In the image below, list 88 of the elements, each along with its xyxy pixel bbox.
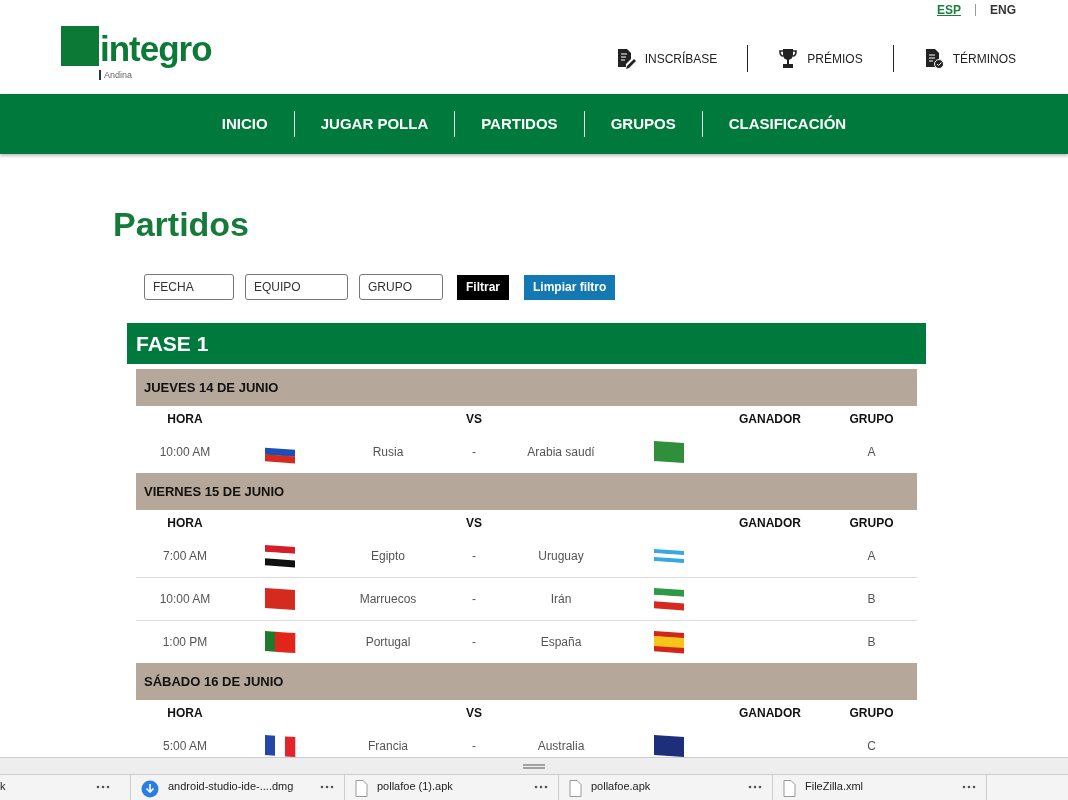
column-header: HORA: [167, 411, 203, 426]
more-icon: [962, 785, 976, 789]
flag-icon: [653, 440, 685, 464]
table-cell: B: [867, 635, 876, 649]
date-header: JUEVES 14 DE JUNIO: [136, 369, 917, 406]
logo-text[interactable]: integro: [100, 32, 212, 66]
column-header: GRUPO: [849, 515, 894, 530]
filter-field[interactable]: EQUIPO: [245, 274, 348, 300]
table-cell: -: [472, 445, 476, 459]
table-cell: 1:00 PM: [162, 635, 208, 649]
more-icon: [96, 785, 110, 789]
download-item[interactable]: pollafoe.apk: [559, 775, 773, 800]
file-icon: [783, 780, 796, 797]
table-cell: -: [472, 739, 476, 753]
table-cell: 5:00 AM: [163, 739, 207, 753]
table-cell: 10:00 AM: [159, 592, 211, 606]
table-cell: Australia: [537, 739, 585, 753]
table-cell: Irán: [550, 592, 572, 606]
clear-filter-button[interactable]: Limpiar filtro: [524, 274, 616, 300]
page-title: Partidos: [113, 204, 251, 245]
nav-link[interactable]: CLASIFICACIÓN: [702, 111, 873, 137]
filter-field[interactable]: GRUPO: [359, 274, 443, 300]
table-cell: Arabia saudí: [527, 445, 595, 459]
table-cell: Rusia: [372, 445, 404, 459]
nav-link[interactable]: JUGAR POLLA: [294, 111, 455, 137]
header-link[interactable]: TÉRMINOS: [923, 48, 1016, 69]
checked-document-icon: [923, 48, 945, 69]
table-cell: C: [867, 739, 876, 753]
date-header: SÁBADO 16 DE JUNIO: [136, 663, 917, 700]
download-name: k: [0, 780, 6, 792]
nav-link[interactable]: PARTIDOS: [455, 111, 584, 137]
table-cell: -: [472, 592, 476, 606]
more-icon: [748, 785, 762, 789]
table-cell: Egipto: [371, 549, 405, 563]
download-name: FileZilla.xml: [805, 780, 864, 792]
flag-icon: [653, 587, 685, 611]
column-header: GRUPO: [849, 705, 894, 720]
nav-link[interactable]: GRUPOS: [584, 111, 702, 137]
download-name: pollafoe (1).apk: [377, 780, 453, 792]
table-cell: 10:00 AM: [159, 445, 211, 459]
more-icon: [534, 785, 548, 789]
trophy-icon: [778, 48, 800, 69]
table-cell: Portugal: [365, 635, 411, 649]
column-header: VS: [466, 515, 482, 530]
download-item[interactable]: android-studio-ide-....dmg: [131, 775, 345, 800]
table-cell: A: [867, 445, 876, 459]
download-item[interactable]: k: [0, 775, 131, 800]
logo-mark: [61, 26, 99, 66]
resize-handle-icon: [523, 763, 545, 769]
column-header: GRUPO: [849, 411, 894, 426]
column-header: GANADOR: [739, 705, 801, 720]
file-icon: [569, 780, 582, 797]
table-cell: -: [472, 635, 476, 649]
header-link[interactable]: PRÉMIOS: [778, 48, 863, 69]
column-header: VS: [466, 411, 482, 426]
download-item[interactable]: FileZilla.xml: [773, 775, 987, 800]
column-header: HORA: [167, 705, 203, 720]
table-cell: 7:00 AM: [163, 549, 207, 563]
nav-link[interactable]: INICIO: [195, 111, 294, 137]
column-header: VS: [466, 705, 482, 720]
logo-tagline: Andina: [99, 70, 212, 80]
language-link[interactable]: ENG: [990, 3, 1016, 17]
flag-icon: [264, 630, 296, 654]
table-cell: Francia: [368, 739, 408, 753]
table-cell: A: [867, 549, 876, 563]
filter-field[interactable]: FECHA: [144, 274, 234, 300]
table-cell: B: [867, 592, 876, 606]
language-link[interactable]: ESP: [936, 3, 961, 17]
column-header: GANADOR: [739, 411, 801, 426]
flag-icon: [653, 630, 685, 654]
column-header: HORA: [167, 515, 203, 530]
download-item[interactable]: pollafoe (1).apk: [345, 775, 559, 800]
date-header: VIERNES 15 DE JUNIO: [136, 473, 917, 510]
table-cell: Uruguay: [538, 549, 584, 563]
column-header: GANADOR: [739, 515, 801, 530]
download-name: pollafoe.apk: [591, 780, 651, 792]
filter-button[interactable]: Filtrar: [457, 274, 509, 300]
flag-icon: [264, 544, 296, 568]
header-link[interactable]: INSCRÍBASE: [615, 48, 718, 69]
more-icon: [320, 785, 334, 789]
download-name: android-studio-ide-....dmg: [168, 780, 294, 792]
table-cell: Marruecos: [359, 592, 417, 606]
table-cell: España: [540, 635, 582, 649]
phase-header: FASE 1: [127, 323, 926, 364]
table-cell: -: [472, 549, 476, 563]
flag-icon: [264, 587, 296, 611]
file-icon: [355, 780, 368, 797]
pen-document-icon: [615, 48, 637, 69]
